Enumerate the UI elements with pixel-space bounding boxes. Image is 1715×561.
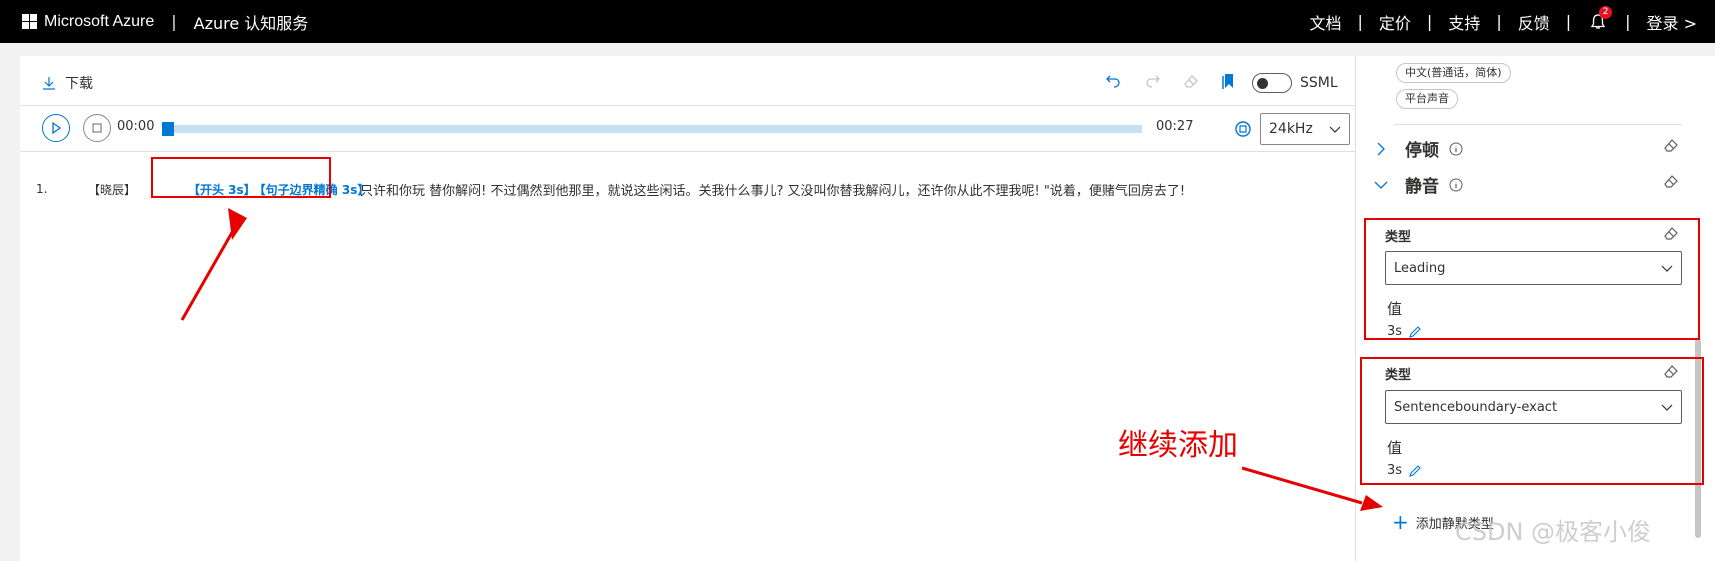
stop-button[interactable] xyxy=(83,114,111,142)
sample-rate-value: 24kHz xyxy=(1269,121,1313,137)
chevron-down-icon xyxy=(1374,181,1388,189)
bell-icon[interactable]: 2 xyxy=(1589,5,1613,31)
line-number: 1. xyxy=(36,182,48,196)
notification-badge: 2 xyxy=(1599,5,1613,19)
section-pause-title: 停顿 xyxy=(1405,141,1439,161)
watermark: CSDN @极客小俊 xyxy=(1455,518,1652,546)
eraser-icon[interactable] xyxy=(1662,136,1680,154)
info-icon[interactable] xyxy=(1449,142,1463,156)
plus-icon: + xyxy=(1392,510,1409,534)
section-silence[interactable]: 静音 xyxy=(1374,172,1463,197)
speaker-tag[interactable]: 【晓辰】 xyxy=(88,181,136,198)
nav-separator: | xyxy=(1565,12,1572,31)
top-right-nav: 文档 | 定价 | 支持 | 反馈 | 2 | 登录 > xyxy=(1301,0,1705,43)
nav-separator: | xyxy=(1625,12,1631,31)
download-label: 下载 xyxy=(65,76,93,92)
toggle-switch[interactable] xyxy=(1252,73,1292,93)
eraser-icon[interactable] xyxy=(1662,172,1680,190)
download-button[interactable]: 下载 xyxy=(42,73,93,93)
chevron-right-icon xyxy=(1377,142,1385,155)
brand-name[interactable]: Microsoft Azure xyxy=(44,13,154,31)
info-icon[interactable] xyxy=(1449,178,1463,192)
download-icon xyxy=(43,77,55,90)
audio-player: 00:00 00:27 24kHz xyxy=(20,106,1355,152)
sample-rate-select[interactable]: 24kHz xyxy=(1260,113,1350,145)
play-button[interactable] xyxy=(42,114,70,142)
undo-icon[interactable] xyxy=(1102,70,1124,92)
progress-knob[interactable] xyxy=(162,122,174,136)
progress-bar[interactable] xyxy=(162,122,1142,136)
annotation-highlight-box xyxy=(151,157,331,198)
panel-divider xyxy=(1394,124,1682,125)
script-editor: 下载 SSML 00:00 00:27 24kHz 1. 【晓辰】 【开头 3s… xyxy=(20,56,1355,561)
nav-pricing[interactable]: 定价 xyxy=(1379,10,1411,34)
nav-feedback[interactable]: 反馈 xyxy=(1518,10,1550,34)
audio-generate-icon[interactable] xyxy=(1233,119,1253,139)
title-separator: | xyxy=(171,12,177,31)
script-text[interactable]: 只许和你玩 替你解闷! 不过偶然到他那里，就说这些闲话。关我什么事儿? 又没叫你… xyxy=(360,180,1185,199)
redo-icon[interactable] xyxy=(1142,70,1164,92)
chevron-down-icon xyxy=(1329,126,1341,133)
nav-support[interactable]: 支持 xyxy=(1448,10,1480,34)
current-time: 00:00 xyxy=(117,119,155,134)
service-name[interactable]: Azure 认知服务 xyxy=(194,10,309,34)
microsoft-logo-icon xyxy=(22,14,37,29)
nav-separator: | xyxy=(1357,12,1363,31)
annotation-highlight-box xyxy=(1360,357,1704,485)
stop-icon xyxy=(92,123,102,133)
top-bar: Microsoft Azure | Azure 认知服务 文档 | 定价 | 支… xyxy=(0,0,1715,43)
language-chip: 中文(普通话，简体) xyxy=(1396,63,1511,83)
login-link[interactable]: 登录 > xyxy=(1647,10,1698,34)
editor-toolbar: 下载 SSML xyxy=(20,56,1355,106)
ssml-label: SSML xyxy=(1300,75,1338,91)
total-time: 00:27 xyxy=(1156,119,1194,134)
play-icon xyxy=(52,122,62,134)
annotation-label: 继续添加 xyxy=(1118,428,1238,463)
nav-separator: | xyxy=(1426,12,1433,31)
voice-type-chip: 平台声音 xyxy=(1396,89,1458,109)
annotation-highlight-box xyxy=(1364,218,1700,340)
section-silence-title: 静音 xyxy=(1405,177,1439,197)
ssml-toggle[interactable]: SSML xyxy=(1252,73,1338,93)
eraser-icon[interactable] xyxy=(1180,70,1202,92)
nav-docs[interactable]: 文档 xyxy=(1309,10,1341,34)
section-pause[interactable]: 停顿 xyxy=(1374,136,1463,161)
bookmark-icon[interactable] xyxy=(1218,70,1240,92)
nav-separator: | xyxy=(1496,12,1502,31)
